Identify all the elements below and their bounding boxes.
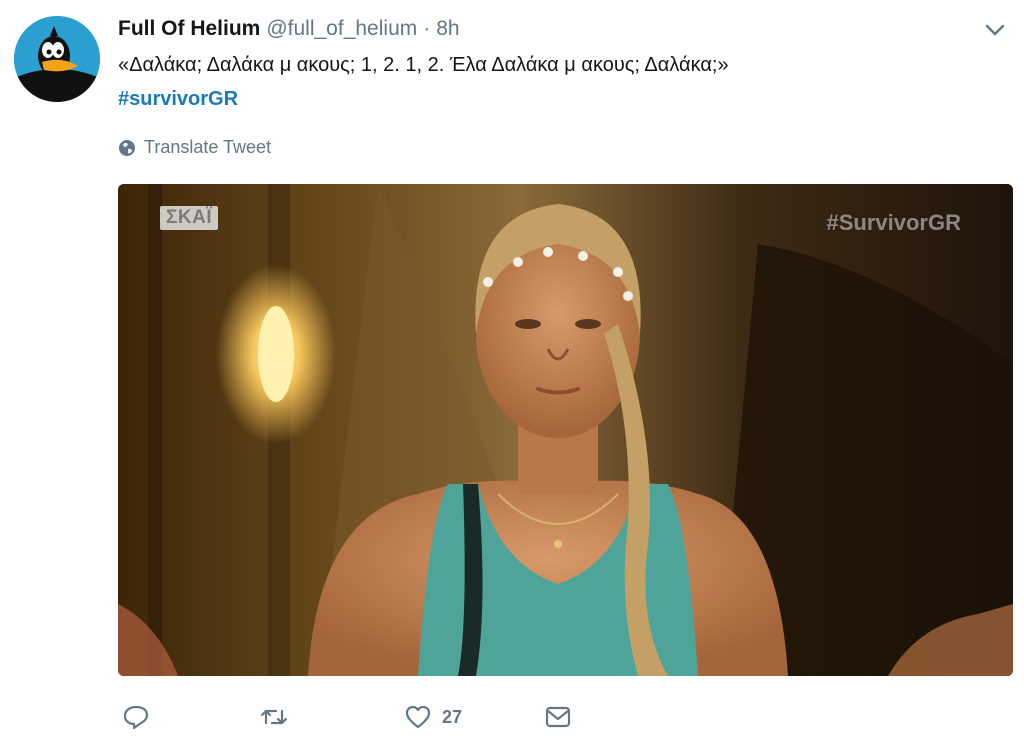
heart-icon xyxy=(405,705,431,729)
tweet-text: «Δαλάκα; Δαλάκα μ ακους; 1, 2. 1, 2. Έλα… xyxy=(118,54,729,76)
tweet-media[interactable]: ΣΚΑΪ #SurvivorGR xyxy=(118,184,1013,676)
tweet: Full Of Helium @full_of_helium · 8h «Δαλ… xyxy=(0,0,1024,748)
reply-icon xyxy=(123,705,149,730)
tweet-actions: 27 xyxy=(118,703,638,735)
translate-tweet-button[interactable]: Translate Tweet xyxy=(118,137,271,158)
avatar[interactable] xyxy=(14,16,100,102)
media-hashtag-watermark: #SurvivorGR xyxy=(826,210,962,235)
globe-icon xyxy=(119,139,135,156)
translate-label: Translate Tweet xyxy=(144,137,272,157)
reply-button[interactable] xyxy=(122,703,150,731)
display-name[interactable]: Full Of Helium xyxy=(118,16,260,42)
hashtag-link[interactable]: #survivorGR xyxy=(118,86,238,112)
daffy-duck-avatar-icon xyxy=(14,16,100,102)
tweet-time[interactable]: 8h xyxy=(436,16,459,42)
like-button[interactable]: 27 xyxy=(404,703,462,731)
retweet-icon xyxy=(260,709,288,725)
direct-message-button[interactable] xyxy=(544,703,572,731)
channel-logo: ΣΚΑΪ xyxy=(160,206,219,230)
chevron-down-icon[interactable] xyxy=(984,22,1006,38)
retweet-button[interactable] xyxy=(260,703,288,731)
envelope-icon xyxy=(545,706,571,728)
separator-dot: · xyxy=(423,17,431,40)
media-image xyxy=(118,184,1013,676)
tweet-header: Full Of Helium @full_of_helium · 8h xyxy=(118,16,460,42)
like-count: 27 xyxy=(442,706,463,727)
user-handle[interactable]: @full_of_helium xyxy=(266,16,417,42)
